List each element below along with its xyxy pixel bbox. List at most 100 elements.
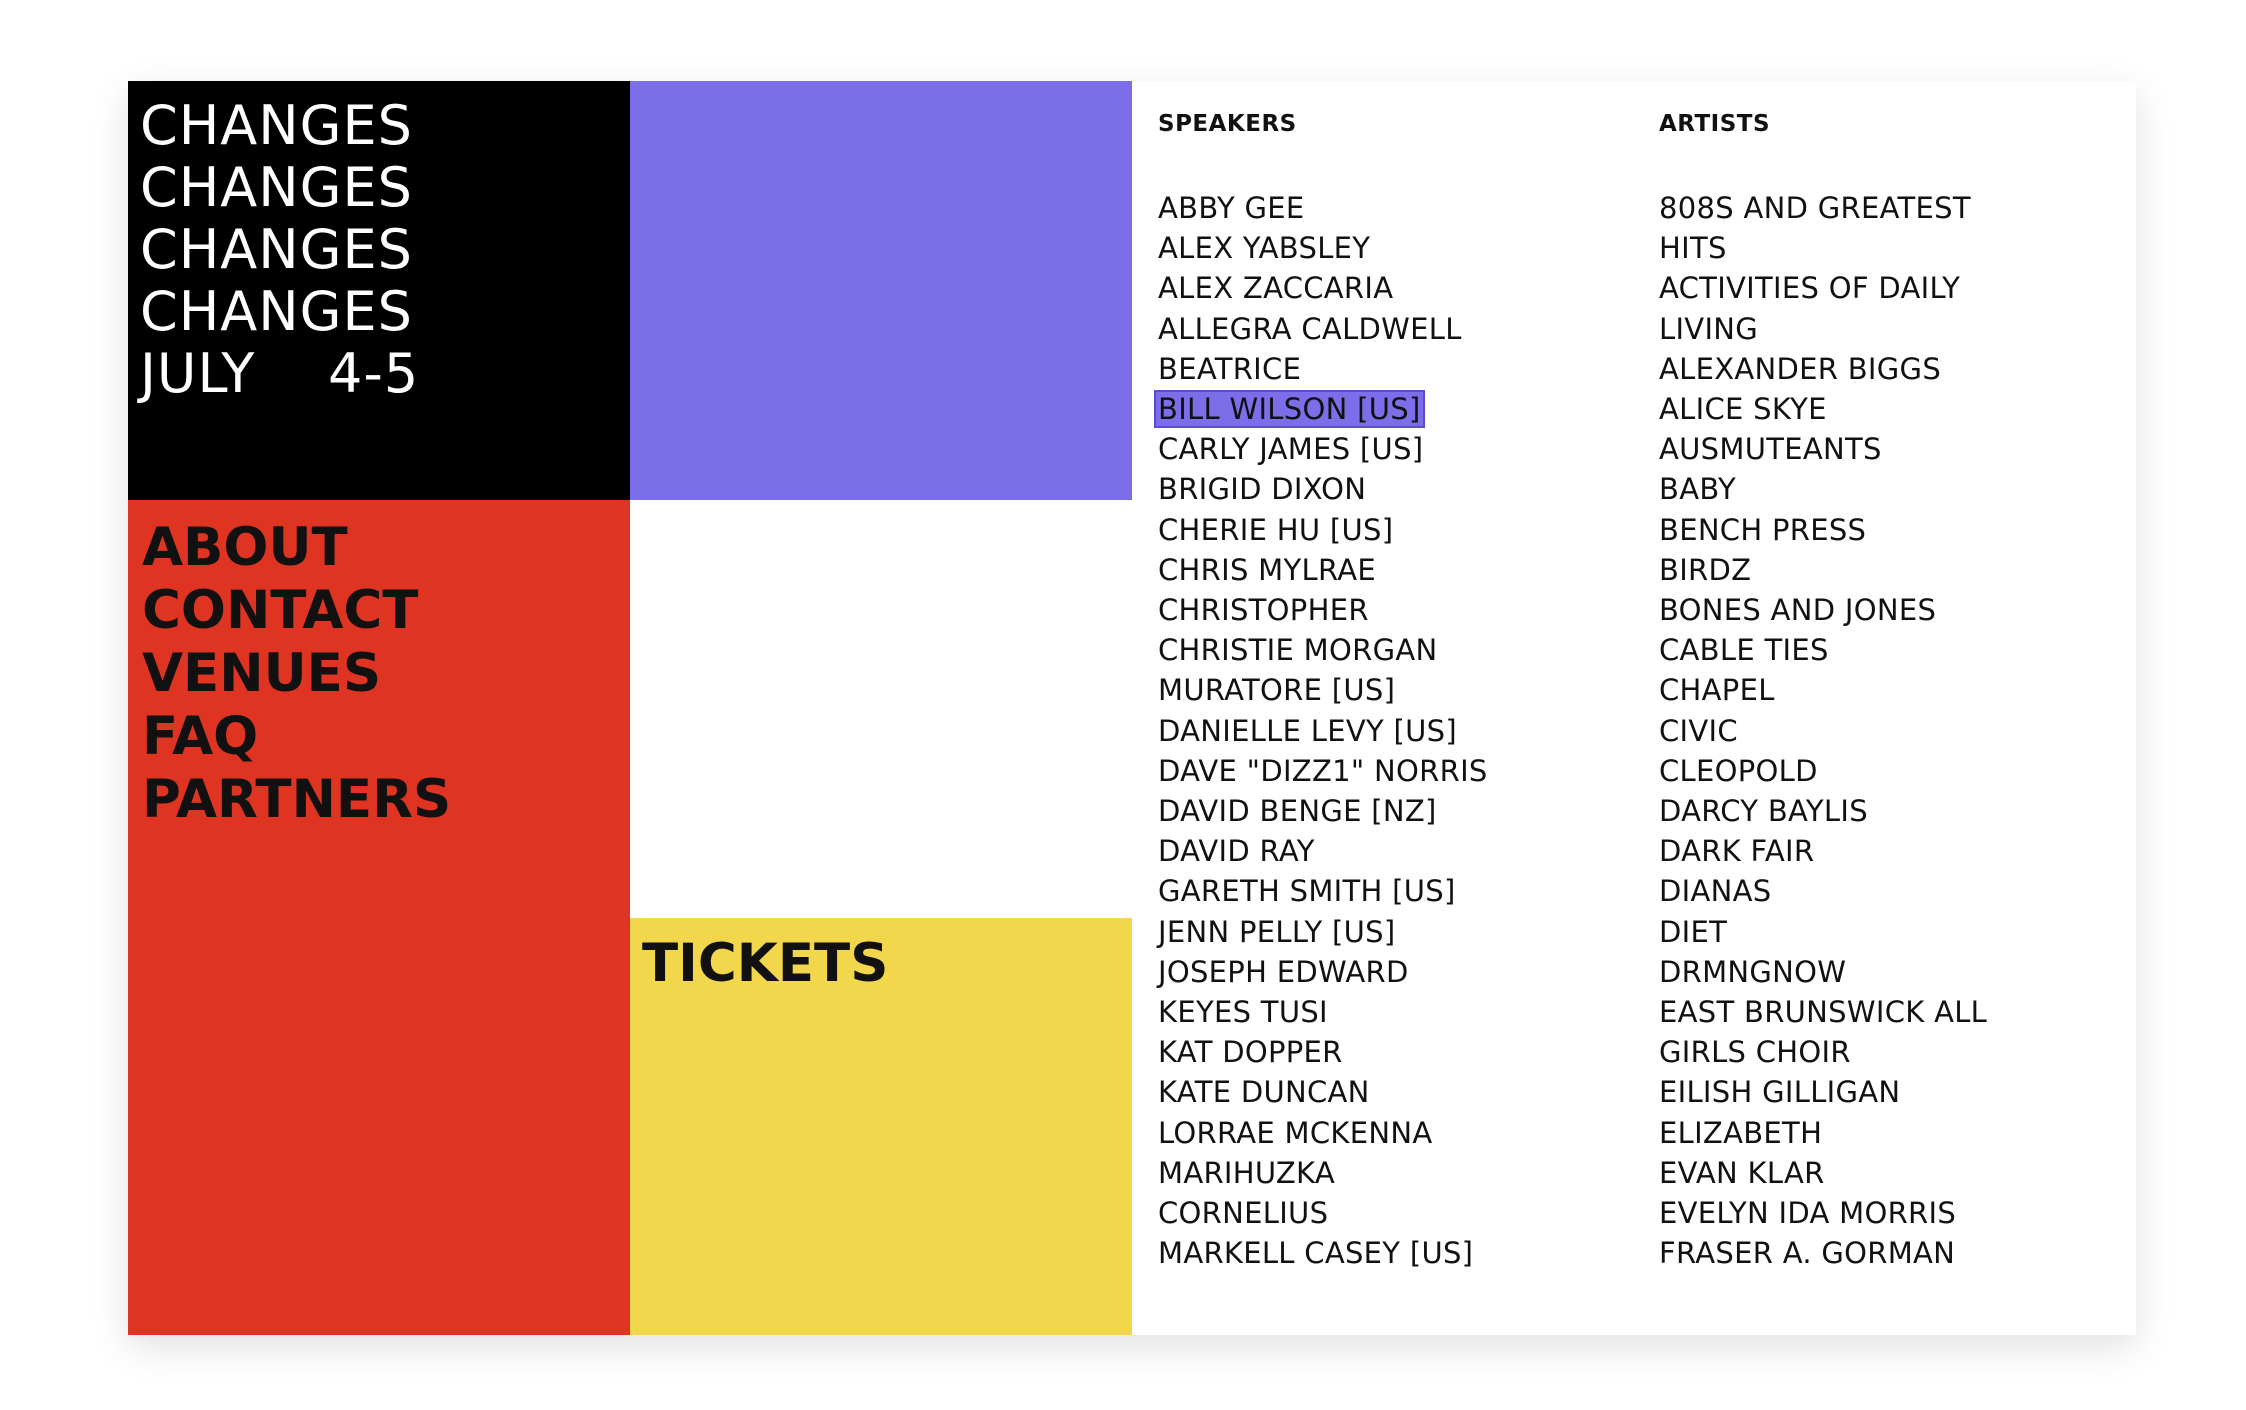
artist-item[interactable]: ACTIVITIES OF DAILY xyxy=(1659,268,1987,308)
speaker-item-label: DANIELLE LEVY [US] xyxy=(1158,713,1457,748)
artist-item[interactable]: DIANAS xyxy=(1659,871,1987,911)
speaker-item[interactable]: CHRISTOPHER xyxy=(1158,590,1488,630)
artist-item[interactable]: LIVING xyxy=(1659,309,1987,349)
artist-item-label: ALEXANDER BIGGS xyxy=(1659,351,1942,386)
artist-item[interactable]: EAST BRUNSWICK ALL xyxy=(1659,992,1987,1032)
speaker-item[interactable]: BEATRICE xyxy=(1158,349,1488,389)
speaker-item-label: CHRISTOPHER xyxy=(1158,593,1369,628)
artist-item[interactable]: EILISH GILLIGAN xyxy=(1659,1072,1987,1112)
speaker-item-label: MARKELL CASEY [US] xyxy=(1158,1236,1474,1271)
speaker-item-label: JENN PELLY [US] xyxy=(1158,914,1396,949)
speaker-item-label: MURATORE [US] xyxy=(1158,673,1396,708)
artist-item[interactable]: EVAN KLAR xyxy=(1659,1153,1987,1193)
nav-partners-link[interactable]: PARTNERS xyxy=(142,768,451,831)
artist-item-label: FRASER A. GORMAN xyxy=(1659,1236,1956,1271)
artist-item-label: BONES AND JONES xyxy=(1659,593,1937,628)
speaker-item[interactable]: CHERIE HU [US] xyxy=(1158,510,1488,550)
artist-item[interactable]: ALEXANDER BIGGS xyxy=(1659,349,1987,389)
artist-item-label: DRMNGNOW xyxy=(1659,954,1847,989)
speaker-item-label: LORRAE MCKENNA xyxy=(1158,1115,1433,1150)
artist-item-label: EVELYN IDA MORRIS xyxy=(1659,1196,1957,1231)
speaker-item[interactable]: GARETH SMITH [US] xyxy=(1158,871,1488,911)
page-card: CHANGES CHANGES CHANGES CHANGES JULY 4-5… xyxy=(128,81,2136,1335)
artist-item-label: DARCY BAYLIS xyxy=(1659,794,1868,829)
speaker-item-label: KATE DUNCAN xyxy=(1158,1075,1370,1110)
artist-item-label: BABY xyxy=(1659,472,1736,507)
speaker-item[interactable]: CHRISTIE MORGAN xyxy=(1158,630,1488,670)
speaker-item[interactable]: ALEX ZACCARIA xyxy=(1158,268,1488,308)
speaker-item[interactable]: MARKELL CASEY [US] xyxy=(1158,1233,1488,1273)
speaker-item[interactable]: KAT DOPPER xyxy=(1158,1032,1488,1072)
artist-item[interactable]: DRMNGNOW xyxy=(1659,952,1987,992)
speaker-item[interactable]: MARIHUZKA xyxy=(1158,1153,1488,1193)
speaker-item[interactable]: DAVE "DIZZ1" NORRIS xyxy=(1158,751,1488,791)
speaker-item[interactable]: JENN PELLY [US] xyxy=(1158,912,1488,952)
speaker-item[interactable]: LORRAE MCKENNA xyxy=(1158,1113,1488,1153)
artist-item[interactable]: HITS xyxy=(1659,228,1987,268)
artist-item[interactable]: DARCY BAYLIS xyxy=(1659,791,1987,831)
artist-item[interactable]: 808S AND GREATEST xyxy=(1659,188,1987,228)
nav-about-link[interactable]: ABOUT xyxy=(142,516,451,579)
artist-item-label: DIANAS xyxy=(1659,874,1772,909)
artist-item-label: EAST BRUNSWICK ALL xyxy=(1659,995,1988,1030)
speaker-item[interactable]: CORNELIUS xyxy=(1158,1193,1488,1233)
speaker-item[interactable]: KEYES TUSI xyxy=(1158,992,1488,1032)
artist-item-label: BENCH PRESS xyxy=(1659,512,1867,547)
speaker-item[interactable]: JOSEPH EDWARD xyxy=(1158,952,1488,992)
speaker-item-label: DAVE "DIZZ1" NORRIS xyxy=(1158,753,1488,788)
artist-item[interactable]: CLEOPOLD xyxy=(1659,751,1987,791)
speaker-item[interactable]: KATE DUNCAN xyxy=(1158,1072,1488,1112)
artist-item[interactable]: EVELYN IDA MORRIS xyxy=(1659,1193,1987,1233)
speaker-item[interactable]: CHRIS MYLRAE xyxy=(1158,550,1488,590)
tickets-block[interactable]: TICKETS xyxy=(630,918,1132,1335)
artist-item-label: CHAPEL xyxy=(1659,673,1775,708)
artist-item[interactable]: BIRDZ xyxy=(1659,550,1987,590)
artist-item[interactable]: BENCH PRESS xyxy=(1659,510,1987,550)
artist-item[interactable]: ELIZABETH xyxy=(1659,1113,1987,1153)
speaker-item[interactable]: ALEX YABSLEY xyxy=(1158,228,1488,268)
artist-item[interactable]: CABLE TIES xyxy=(1659,630,1987,670)
speaker-item[interactable]: ABBY GEE xyxy=(1158,188,1488,228)
speaker-item-label: ABBY GEE xyxy=(1158,191,1305,225)
artist-item[interactable]: BONES AND JONES xyxy=(1659,590,1987,630)
festival-title: CHANGES CHANGES CHANGES CHANGES JULY 4-5 xyxy=(140,95,419,405)
artist-item-label: 808S AND GREATEST xyxy=(1659,191,1971,225)
artist-item[interactable]: CIVIC xyxy=(1659,711,1987,751)
artist-item-label: ALICE SKYE xyxy=(1659,392,1827,427)
speaker-item[interactable]: MURATORE [US] xyxy=(1158,670,1488,710)
artist-item[interactable]: FRASER A. GORMAN xyxy=(1659,1233,1987,1273)
artist-item-label: EVAN KLAR xyxy=(1659,1155,1825,1190)
tickets-link[interactable]: TICKETS xyxy=(642,932,888,996)
title-line: CHANGES xyxy=(140,94,413,157)
speaker-item-label: GARETH SMITH [US] xyxy=(1158,874,1456,909)
artist-item-label: EILISH GILLIGAN xyxy=(1659,1075,1901,1110)
speaker-item-label: DAVID BENGE [NZ] xyxy=(1158,794,1437,829)
nav-faq-link[interactable]: FAQ xyxy=(142,705,451,768)
speaker-item[interactable]: DAVID BENGE [NZ] xyxy=(1158,791,1488,831)
artist-item[interactable]: DIET xyxy=(1659,912,1987,952)
speaker-item-label: CARLY JAMES [US] xyxy=(1158,432,1424,467)
artist-item[interactable]: GIRLS CHOIR xyxy=(1659,1032,1987,1072)
speaker-item-label: BRIGID DIXON xyxy=(1158,472,1367,507)
speaker-item[interactable]: ALLEGRA CALDWELL xyxy=(1158,309,1488,349)
speaker-item[interactable]: DANIELLE LEVY [US] xyxy=(1158,711,1488,751)
artist-item-label: CABLE TIES xyxy=(1659,633,1829,668)
artist-item[interactable]: ALICE SKYE xyxy=(1659,389,1987,429)
nav-venues-link[interactable]: VENUES xyxy=(142,642,451,705)
artist-item[interactable]: BABY xyxy=(1659,469,1987,509)
artist-item[interactable]: DARK FAIR xyxy=(1659,831,1987,871)
speaker-item[interactable]: DAVID RAY xyxy=(1158,831,1488,871)
artist-item[interactable]: AUSMUTEANTS xyxy=(1659,429,1987,469)
speaker-item[interactable]: BRIGID DIXON xyxy=(1158,469,1488,509)
speaker-item[interactable]: CARLY JAMES [US] xyxy=(1158,429,1488,469)
festival-dates: JULY 4-5 xyxy=(140,342,420,405)
speaker-item-label: ALEX YABSLEY xyxy=(1158,231,1371,266)
artist-item-label: BIRDZ xyxy=(1659,552,1752,587)
artist-item[interactable]: CHAPEL xyxy=(1659,670,1987,710)
artist-item-label: CIVIC xyxy=(1659,713,1738,748)
nav-contact-link[interactable]: CONTACT xyxy=(142,579,451,642)
speaker-item-highlighted[interactable]: BILL WILSON [US] xyxy=(1154,389,1488,429)
speaker-item-label: KAT DOPPER xyxy=(1158,1035,1343,1070)
artist-item-label: DARK FAIR xyxy=(1659,834,1815,869)
speakers-heading: SPEAKERS xyxy=(1158,111,1297,137)
